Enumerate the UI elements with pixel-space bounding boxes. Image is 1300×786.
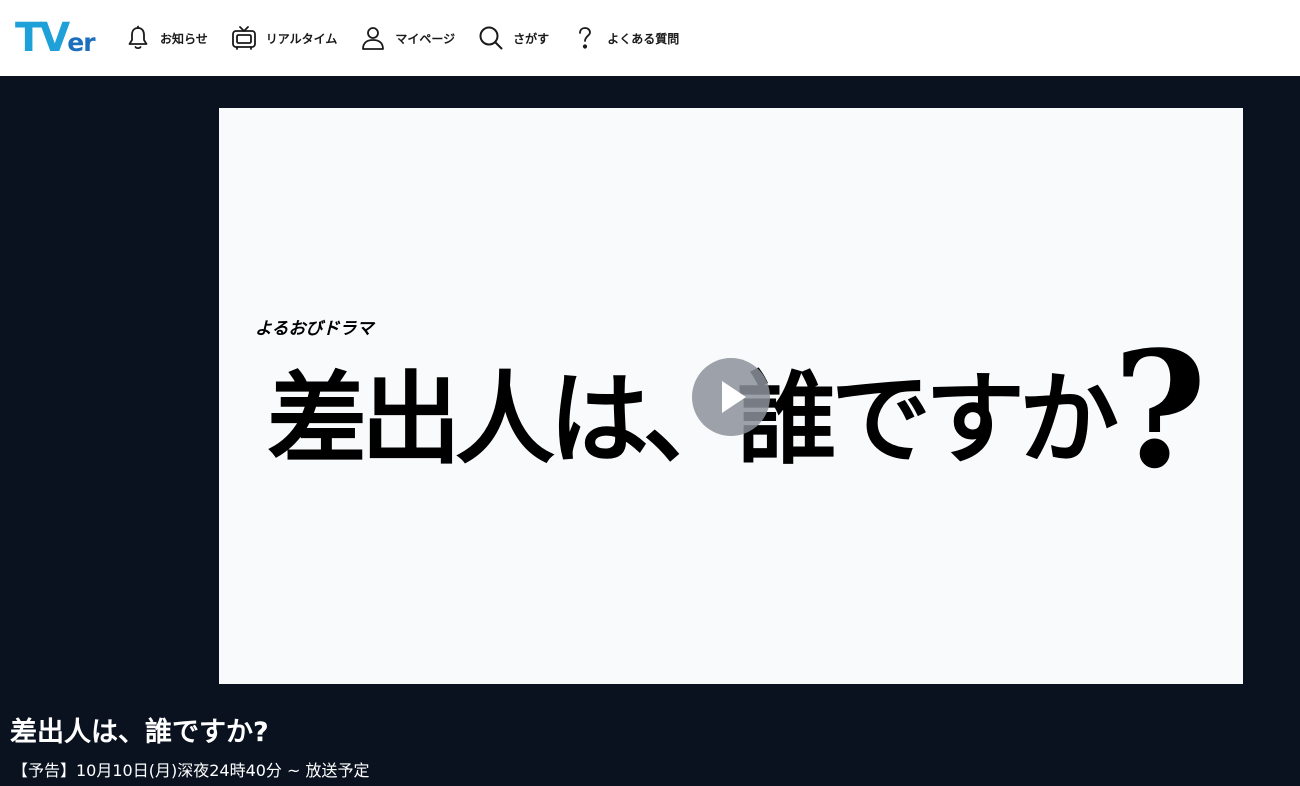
nav-label: よくある質問 xyxy=(607,31,680,46)
title-art-mark: ? xyxy=(1113,316,1207,504)
tv-icon xyxy=(231,26,256,50)
show-title: 差出人は、誰ですか? xyxy=(10,717,269,748)
bell-icon xyxy=(128,25,148,50)
play-button[interactable] xyxy=(692,358,770,436)
nav-label: マイページ xyxy=(395,31,456,46)
nav-item-faq[interactable]: よくある質問 xyxy=(571,18,679,58)
video-player[interactable]: よるおびドラマ 差出人は、誰ですか? xyxy=(219,108,1243,684)
title-art-text: 差出人は、誰ですか xyxy=(267,360,1119,478)
nav-label: さがす xyxy=(513,31,550,46)
nav-item-search[interactable]: さがす xyxy=(477,18,549,58)
series-label: よるおびドラマ xyxy=(255,319,374,339)
logo-main: TV xyxy=(15,15,70,61)
user-icon xyxy=(362,27,385,50)
play-icon xyxy=(722,381,746,413)
nav-label: リアルタイム xyxy=(265,31,338,46)
search-icon xyxy=(479,26,503,50)
header: TV er お知らせ リアルタイム マイページ さがす よくある質問 xyxy=(0,0,1300,76)
nav-label: お知らせ xyxy=(160,31,208,46)
logo-sub: er xyxy=(67,28,95,57)
main-nav: お知らせ リアルタイム マイページ さがす よくある質問 xyxy=(124,0,701,76)
question-icon xyxy=(579,27,592,49)
nav-item-notifications[interactable]: お知らせ xyxy=(124,18,208,58)
nav-item-realtime[interactable]: リアルタイム xyxy=(230,18,338,58)
broadcast-info: 【予告】10月10日(月)深夜24時40分 ~ 放送予定 xyxy=(12,761,370,780)
nav-item-mypage[interactable]: マイページ xyxy=(359,18,455,58)
tver-logo[interactable]: TV er xyxy=(15,12,96,61)
